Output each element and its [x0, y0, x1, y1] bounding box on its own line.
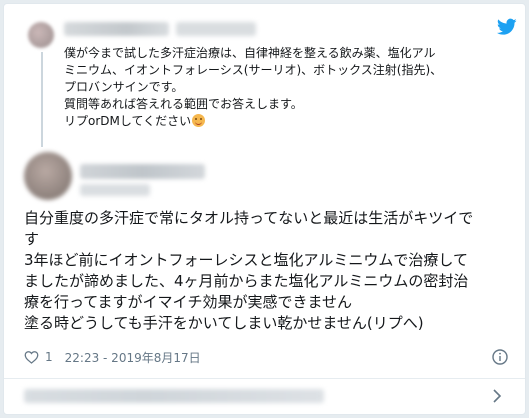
parent-avatar[interactable]: [28, 22, 54, 48]
tweet-text-line: す: [24, 230, 40, 248]
parent-text-line-with-emoji: リプorDMしてください: [64, 113, 514, 130]
tweet-text-line: 塗る時どうしても手汗をかいてしまい乾かせません(リプへ): [24, 314, 424, 332]
tweet-text: 自分重度の多汗症で常にタオル持ってないと最近は生活がキツイで す 3年ほど前にイ…: [24, 208, 524, 334]
parent-tweet-text: 僕が今まで試した多汗症治療は、自律神経を整える飲み薬、塩化アル ミニウム、イオン…: [64, 45, 514, 130]
author-handle-blurred[interactable]: [80, 184, 150, 196]
tweet-timestamp[interactable]: 22:23 - 2019年8月17日: [65, 349, 201, 366]
chevron-right-icon[interactable]: [492, 389, 502, 403]
info-icon[interactable]: [492, 349, 508, 365]
parent-text-line: 僕が今まで試した多汗症治療は、自律神経を整える飲み薬、塩化アル: [64, 46, 436, 60]
heart-icon[interactable]: [24, 350, 39, 364]
embedded-tweet-card[interactable]: 僕が今まで試した多汗症治療は、自律神経を整える飲み薬、塩化アル ミニウム、イオン…: [3, 3, 526, 415]
parent-text-line: プロバンサインです。: [64, 80, 184, 94]
tweet-meta: 1 22:23 - 2019年8月17日: [24, 348, 201, 366]
like-count[interactable]: 1: [45, 350, 53, 364]
smiling-face-icon: [192, 114, 206, 127]
footer-divider: [4, 378, 525, 379]
parent-display-name-blurred[interactable]: [64, 22, 169, 36]
tweet-text-line: 3年ほど前にイオントフォーレシスと塩化アルミニウムで治療して: [24, 251, 468, 269]
twitter-bird-icon[interactable]: [497, 18, 517, 36]
parent-tweet[interactable]: 僕が今まで試した多汗症治療は、自律神経を整える飲み薬、塩化アル ミニウム、イオン…: [4, 4, 525, 147]
tweet-text-line: 療を行ってますがイマイチ効果が実感できません: [24, 293, 353, 311]
thread-connector: [41, 52, 43, 147]
parent-text-line: 質問等あれば答えれる範囲でお答えします。: [64, 97, 303, 111]
parent-handle-blurred[interactable]: [176, 22, 256, 36]
tweet-text-line: ましたが諦めました、4ヶ月前からまた塩化アルミニウムの密封治: [24, 272, 469, 290]
see-more-link-blurred[interactable]: [24, 389, 324, 403]
author-display-name-blurred[interactable]: [80, 164, 205, 179]
tweet-text-line: 自分重度の多汗症で常にタオル持ってないと最近は生活がキツイで: [24, 209, 474, 227]
author-avatar[interactable]: [24, 152, 72, 200]
parent-text-line: ミニウム、イオントフォレーシス(サーリオ)、ボトックス注射(指先)、: [64, 63, 443, 77]
parent-text-line: リプorDMしてください: [64, 114, 192, 128]
